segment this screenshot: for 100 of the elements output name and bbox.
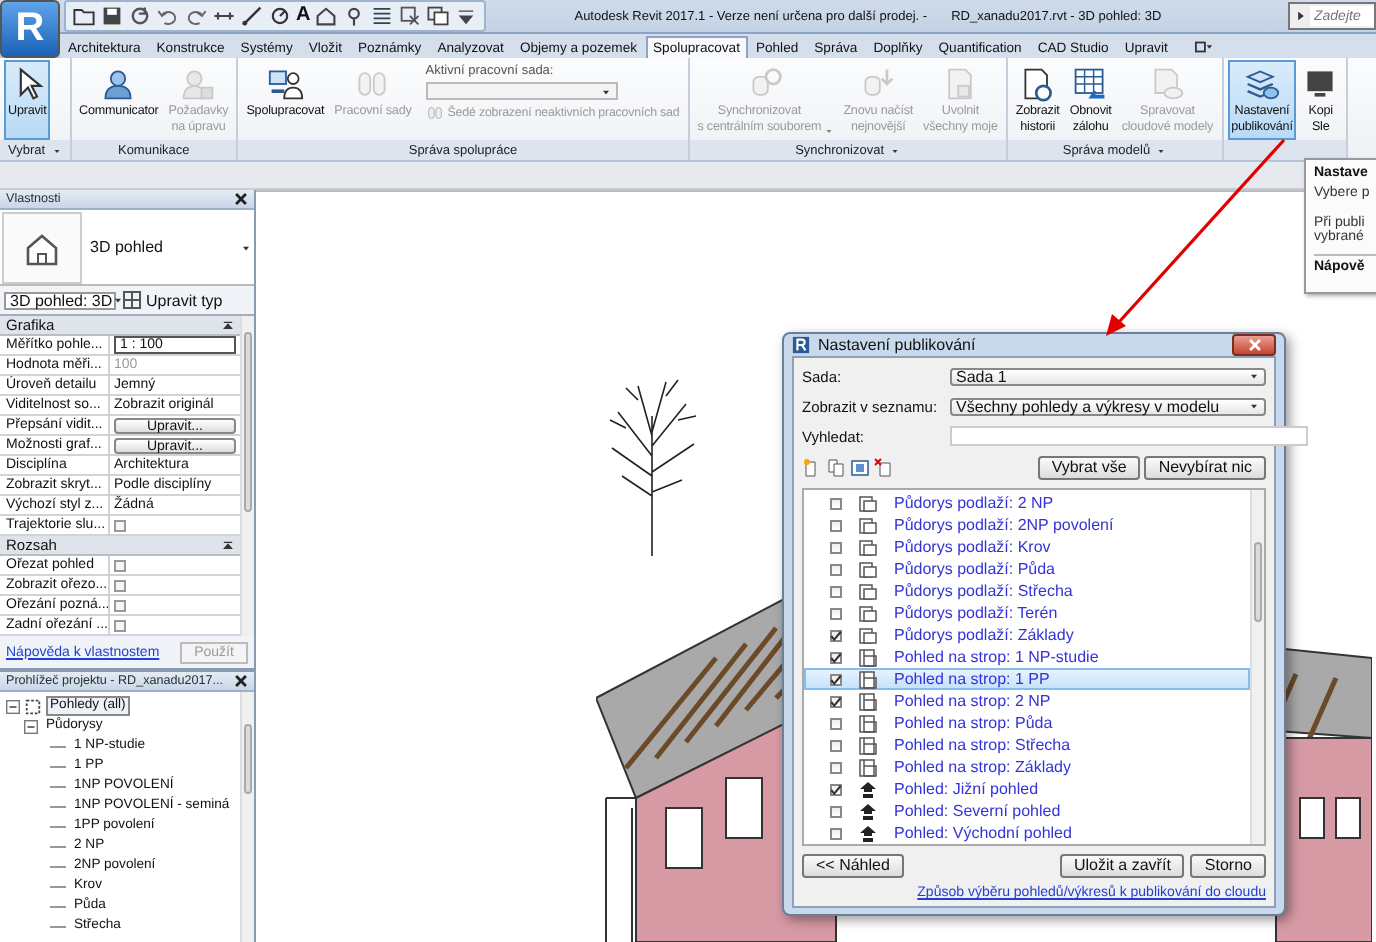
list-item[interactable]: Půdorys podlaží: Půda	[804, 558, 1250, 580]
computer-person-icon	[267, 66, 304, 102]
elevation-icon	[858, 779, 878, 799]
layers-cloud-icon	[1243, 66, 1280, 102]
checkbox[interactable]	[830, 717, 842, 729]
close-windows-icon[interactable]	[398, 4, 423, 28]
ceiling-plan-icon	[858, 669, 878, 689]
ceiling-plan-icon	[858, 757, 878, 777]
checkbox[interactable]	[830, 607, 842, 619]
list-item[interactable]: Půdorys podlaží: Střecha	[804, 580, 1250, 602]
checkbox[interactable]	[830, 497, 842, 509]
list-item[interactable]: Pohled: Jižní pohled	[804, 778, 1250, 800]
type-selector[interactable]: 3D pohled	[0, 210, 254, 286]
text-tool-button[interactable]: A	[296, 4, 311, 28]
close-button[interactable]	[1232, 334, 1276, 356]
checkbox[interactable]	[114, 579, 126, 591]
ceiling-plan-icon	[858, 735, 878, 755]
edit-type-button[interactable]: Upravit typ	[122, 290, 223, 310]
checkbox[interactable]	[830, 563, 842, 575]
collapse-icon[interactable]	[6, 699, 20, 713]
delete-icon[interactable]	[874, 458, 894, 478]
view-name: Půdorys podlaží: Krov	[894, 538, 1051, 556]
type-name: 3D pohled	[90, 238, 165, 256]
dialog-title: Nastavení publikování	[818, 336, 976, 354]
checkbox[interactable]	[830, 541, 842, 553]
caret-icon[interactable]	[890, 145, 901, 155]
lines-icon[interactable]	[370, 4, 395, 28]
dimension-icon[interactable]	[240, 4, 264, 28]
select-all-button[interactable]: Vybrat vše	[1037, 456, 1141, 480]
save-close-button[interactable]: Uložit a zavřít	[1059, 854, 1185, 878]
scrollbar[interactable]	[240, 692, 254, 942]
person-lock-icon	[180, 66, 217, 102]
tag-icon[interactable]	[268, 4, 292, 28]
preview-button[interactable]: << Náhled	[802, 854, 904, 878]
windows-icon[interactable]	[426, 4, 451, 28]
cancel-button[interactable]: Storno	[1190, 854, 1266, 878]
collapse-icon[interactable]	[24, 719, 38, 733]
application-menu-button[interactable]: R	[0, 0, 60, 58]
caret-icon[interactable]	[1156, 145, 1167, 155]
save-icon[interactable]	[100, 4, 124, 28]
sync-icon[interactable]	[128, 4, 152, 28]
elevation-icon	[858, 801, 878, 821]
view-name: Pohled na strop: 1 PP	[894, 670, 1050, 688]
close-icon[interactable]	[234, 674, 248, 688]
list-item[interactable]: Pohled na strop: 1 NP-studie	[804, 646, 1250, 668]
caret-icon	[112, 294, 125, 306]
checkbox[interactable]	[114, 619, 126, 631]
view-name: Půdorys podlaží: 2 NP	[894, 494, 1054, 512]
checkbox[interactable]	[830, 695, 842, 707]
checkbox[interactable]	[830, 673, 842, 685]
scrollbar[interactable]	[240, 316, 254, 636]
views-icon	[24, 697, 42, 715]
checkbox[interactable]	[830, 783, 842, 795]
checkbox[interactable]	[830, 739, 842, 751]
scrollbar[interactable]	[1250, 490, 1264, 844]
list-item[interactable]: Půdorys podlaží: Terén	[804, 602, 1250, 624]
list-item[interactable]: Půdorys podlaží: 2 NP	[804, 492, 1250, 514]
list-item[interactable]: Pohled na strop: Střecha	[804, 734, 1250, 756]
sync-icon	[747, 66, 784, 102]
set-dropdown[interactable]: Sada 1	[950, 367, 1266, 385]
checkbox[interactable]	[830, 629, 842, 641]
checkbox[interactable]	[830, 651, 842, 663]
checkbox[interactable]	[830, 827, 842, 839]
view-name: Půdorys podlaží: Základy	[894, 626, 1074, 644]
list-item[interactable]: Pohled na strop: 2 NP	[804, 690, 1250, 712]
search-field[interactable]	[950, 426, 1308, 446]
list-item[interactable]: Půdorys podlaží: Krov	[804, 536, 1250, 558]
folder-icon[interactable]	[72, 4, 96, 28]
caret-icon[interactable]	[51, 145, 62, 155]
list-item[interactable]: Pohled na strop: Základy	[804, 756, 1250, 778]
house-icon[interactable]	[314, 4, 339, 28]
checkbox[interactable]	[114, 599, 126, 611]
filter-dropdown[interactable]: Všechny pohledy a výkresy v modelu	[950, 397, 1266, 415]
caret-icon	[1248, 370, 1260, 382]
collapse-icon[interactable]	[222, 539, 234, 551]
view-name: Pohled: Severní pohled	[894, 802, 1061, 820]
collapse-icon[interactable]	[222, 319, 234, 331]
view-name: Půdorys podlaží: Střecha	[894, 582, 1073, 600]
people-icon	[100, 66, 137, 102]
rename-icon[interactable]	[850, 458, 870, 478]
checkbox[interactable]	[114, 559, 126, 571]
checkbox[interactable]	[114, 519, 126, 531]
list-item[interactable]: Pohled: Severní pohled	[804, 800, 1250, 822]
grid-icon	[122, 290, 142, 310]
checkbox[interactable]	[830, 761, 842, 773]
new-set-icon[interactable]	[802, 458, 822, 478]
checkbox[interactable]	[830, 805, 842, 817]
list-item[interactable]: Pohled na strop: 1 PP	[804, 668, 1250, 690]
view-name: Pohled na strop: Základy	[894, 758, 1071, 776]
list-item[interactable]: Pohled: Východní pohled	[804, 822, 1250, 844]
list-item[interactable]: Půdorys podlaží: Základy	[804, 624, 1250, 646]
checkbox[interactable]	[830, 519, 842, 531]
caret-icon	[1248, 400, 1260, 412]
list-item[interactable]: Pohled na strop: Půda	[804, 712, 1250, 734]
list-item[interactable]: Půdorys podlaží: 2NP povolení	[804, 514, 1250, 536]
close-icon[interactable]	[234, 192, 248, 206]
duplicate-icon[interactable]	[826, 458, 846, 478]
checkbox[interactable]	[830, 585, 842, 597]
select-none-button[interactable]: Nevybírat nic	[1144, 456, 1266, 480]
ceiling-plan-icon	[858, 713, 878, 733]
